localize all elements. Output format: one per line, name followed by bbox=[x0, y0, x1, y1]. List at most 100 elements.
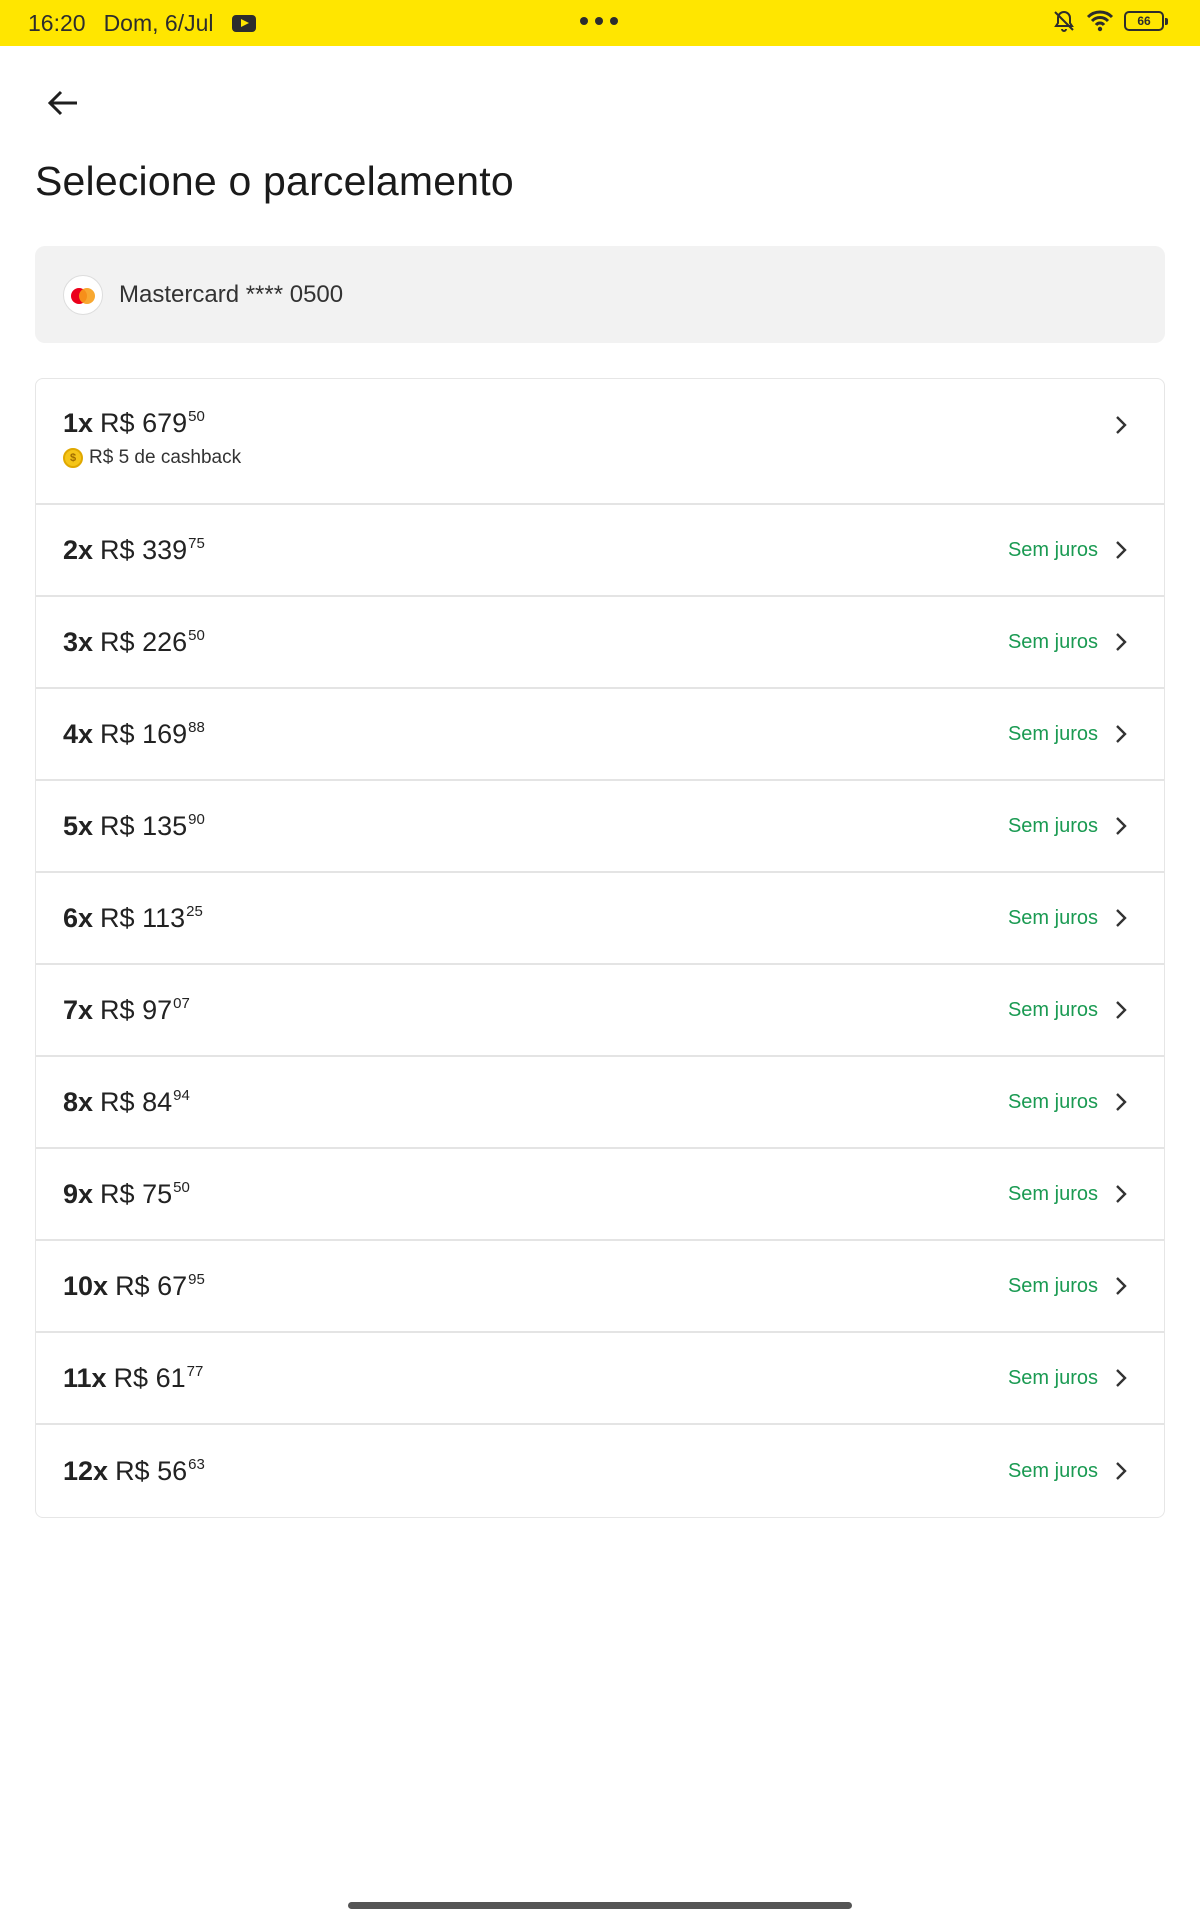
interest-free-label: Sem juros bbox=[1007, 722, 1098, 745]
installment-amount: R$ 226 bbox=[100, 627, 188, 657]
back-button[interactable] bbox=[40, 80, 86, 126]
installment-qty: 5x bbox=[63, 811, 94, 841]
installment-cents: 90 bbox=[188, 811, 205, 828]
installment-qty: 4x bbox=[63, 719, 94, 749]
arrow-left-icon bbox=[47, 90, 77, 116]
installment-price: 9x R$ 75 50 bbox=[63, 1178, 190, 1210]
interest-free-label: Sem juros bbox=[1007, 630, 1098, 653]
chevron-right-icon bbox=[1116, 725, 1127, 743]
battery-icon: 66 bbox=[1124, 11, 1168, 31]
interest-free-label: Sem juros bbox=[1007, 538, 1098, 561]
installment-price: 1x R$ 679 50 bbox=[63, 407, 205, 439]
chevron-right-icon bbox=[1116, 416, 1127, 434]
row-right: Sem juros bbox=[1008, 1425, 1128, 1517]
installment-qty: 7x bbox=[63, 995, 94, 1025]
interest-free-label: Sem juros bbox=[1007, 814, 1098, 837]
installment-amount: R$ 679 bbox=[100, 408, 188, 438]
installment-qty: 12x bbox=[63, 1456, 109, 1486]
installment-amount: R$ 169 bbox=[100, 719, 188, 749]
installment-cents: 63 bbox=[188, 1456, 205, 1473]
installment-option-5x[interactable]: 5x R$ 135 90 Sem juros bbox=[36, 781, 1164, 873]
interest-free-label: Sem juros bbox=[1007, 1366, 1098, 1389]
installment-option-1x[interactable]: 1x R$ 679 50 $ R$ 5 de cashback bbox=[36, 379, 1164, 505]
status-date: Dom, 6/Jul bbox=[103, 9, 214, 36]
row-right: Sem juros bbox=[1008, 965, 1128, 1055]
installment-option-12x[interactable]: 12x R$ 56 63 Sem juros bbox=[36, 1425, 1164, 1517]
row-right: Sem juros bbox=[1008, 781, 1128, 871]
chevron-right-icon bbox=[1116, 633, 1127, 651]
installment-amount: R$ 135 bbox=[100, 811, 188, 841]
installment-amount: R$ 56 bbox=[115, 1456, 188, 1486]
installment-amount: R$ 67 bbox=[115, 1271, 188, 1301]
installments-list: 1x R$ 679 50 $ R$ 5 de cashback 2x R$ 33… bbox=[35, 378, 1165, 1518]
row-right bbox=[1114, 379, 1128, 471]
interest-free-label: Sem juros bbox=[1007, 1182, 1098, 1205]
row-right: Sem juros bbox=[1008, 597, 1128, 687]
installment-qty: 9x bbox=[63, 1179, 94, 1209]
chevron-right-icon bbox=[1116, 1001, 1127, 1019]
more-dots-icon bbox=[580, 17, 618, 25]
row-right: Sem juros bbox=[1008, 1333, 1128, 1423]
row-right: Sem juros bbox=[1008, 1149, 1128, 1239]
installment-cents: 50 bbox=[188, 627, 205, 644]
card-label: Mastercard **** 0500 bbox=[119, 280, 344, 308]
row-right: Sem juros bbox=[1008, 505, 1128, 595]
chevron-right-icon bbox=[1116, 1093, 1127, 1111]
chevron-right-icon bbox=[1116, 1185, 1127, 1203]
installment-amount: R$ 97 bbox=[100, 995, 173, 1025]
installment-option-8x[interactable]: 8x R$ 84 94 Sem juros bbox=[36, 1057, 1164, 1149]
installment-amount: R$ 113 bbox=[100, 903, 186, 933]
installment-option-3x[interactable]: 3x R$ 226 50 Sem juros bbox=[36, 597, 1164, 689]
installment-qty: 3x bbox=[63, 627, 94, 657]
wifi-icon bbox=[1086, 10, 1114, 32]
interest-free-label: Sem juros bbox=[1007, 1459, 1098, 1482]
installment-option-2x[interactable]: 2x R$ 339 75 Sem juros bbox=[36, 505, 1164, 597]
row-right: Sem juros bbox=[1008, 1241, 1128, 1331]
installment-qty: 8x bbox=[63, 1087, 94, 1117]
installment-amount: R$ 61 bbox=[113, 1363, 186, 1393]
installment-price: 4x R$ 169 88 bbox=[63, 718, 205, 750]
mastercard-icon bbox=[63, 274, 103, 315]
installment-qty: 1x bbox=[63, 408, 94, 438]
installment-cents: 95 bbox=[188, 1271, 205, 1288]
row-right: Sem juros bbox=[1008, 689, 1128, 779]
chevron-right-icon bbox=[1116, 1462, 1127, 1480]
installment-qty: 10x bbox=[63, 1271, 109, 1301]
installment-cents: 07 bbox=[173, 995, 190, 1012]
installment-price: 5x R$ 135 90 bbox=[63, 810, 205, 842]
interest-free-label: Sem juros bbox=[1007, 998, 1098, 1021]
installment-price: 10x R$ 67 95 bbox=[63, 1270, 205, 1302]
chevron-right-icon bbox=[1116, 541, 1127, 559]
installment-cents: 77 bbox=[186, 1363, 204, 1380]
installment-cents: 75 bbox=[188, 535, 205, 552]
installment-price: 7x R$ 97 07 bbox=[63, 994, 190, 1026]
status-left: 16:20 Dom, 6/Jul bbox=[28, 10, 256, 37]
installment-price: 6x R$ 113 25 bbox=[63, 902, 203, 934]
installment-price: 12x R$ 56 63 bbox=[63, 1455, 205, 1487]
youtube-icon bbox=[231, 14, 256, 32]
installment-qty: 2x bbox=[63, 535, 94, 565]
chevron-right-icon bbox=[1116, 1277, 1127, 1295]
installment-option-10x[interactable]: 10x R$ 67 95 Sem juros bbox=[36, 1241, 1164, 1333]
installment-option-11x[interactable]: 11x R$ 61 77 Sem juros bbox=[36, 1333, 1164, 1425]
installment-option-4x[interactable]: 4x R$ 169 88 Sem juros bbox=[36, 689, 1164, 781]
page-title: Selecione o parcelamento bbox=[35, 158, 514, 204]
selected-card[interactable]: Mastercard **** 0500 bbox=[35, 246, 1165, 343]
cashback-label: R$ 5 de cashback bbox=[89, 447, 242, 468]
installment-option-7x[interactable]: 7x R$ 97 07 Sem juros bbox=[36, 965, 1164, 1057]
installment-cents: 94 bbox=[173, 1087, 190, 1104]
bell-muted-icon bbox=[1054, 10, 1074, 32]
interest-free-label: Sem juros bbox=[1007, 1274, 1098, 1297]
status-bar: 16:20 Dom, 6/Jul 66 bbox=[0, 0, 1200, 46]
chevron-right-icon bbox=[1116, 1369, 1127, 1387]
installment-price: 3x R$ 226 50 bbox=[63, 626, 205, 658]
chevron-right-icon bbox=[1116, 817, 1127, 835]
row-right: Sem juros bbox=[1008, 873, 1128, 963]
installment-option-9x[interactable]: 9x R$ 75 50 Sem juros bbox=[36, 1149, 1164, 1241]
installment-qty: 6x bbox=[63, 903, 94, 933]
installment-cents: 25 bbox=[186, 903, 203, 920]
home-indicator[interactable] bbox=[348, 1902, 852, 1909]
row-right: Sem juros bbox=[1008, 1057, 1128, 1147]
chevron-right-icon bbox=[1116, 909, 1127, 927]
installment-option-6x[interactable]: 6x R$ 113 25 Sem juros bbox=[36, 873, 1164, 965]
